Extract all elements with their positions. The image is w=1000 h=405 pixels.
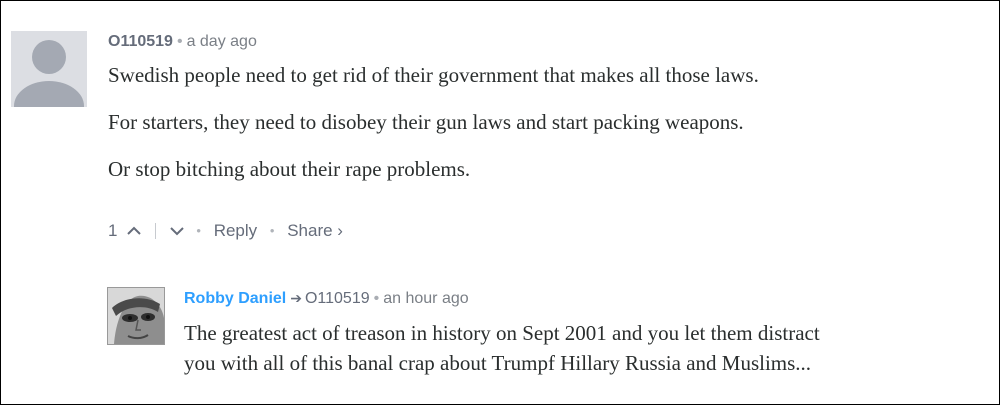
comment-meta: O110519 • a day ago [108,31,978,53]
reply-parent-author[interactable]: O110519 [305,290,370,307]
downvote-chevron-icon[interactable] [169,220,184,242]
comment-timestamp[interactable]: a day ago [187,33,257,50]
reply-button[interactable]: Reply [214,220,257,242]
comment-author[interactable]: O110519 [108,33,173,50]
user-photo-avatar[interactable] [107,287,165,345]
upvote-chevron-icon[interactable] [127,220,141,242]
reply-text: The greatest act of treason in history o… [184,318,984,378]
comment-content: O110519 • a day ago Swedish people need to… [108,31,978,182]
share-button[interactable]: Share › [287,220,343,242]
avatar-body-shape [14,81,84,107]
avatar-head-shape [32,40,66,74]
comment-paragraph: Or stop bitching about their rape proble… [108,157,471,181]
default-avatar-icon[interactable] [11,31,87,107]
reply-timestamp[interactable]: an hour ago [383,290,468,307]
comment-paragraph: Swedish people need to get rid of their … [108,63,759,87]
upvote-count: 1 [108,220,118,240]
meta-separator: • [373,290,380,307]
reply-text-line: The greatest act of treason in history o… [184,321,820,345]
vote-divider [154,222,156,239]
reply-text-line: you with all of this banal crap about Tr… [184,351,812,375]
comment-thread: O110519 • a day ago Swedish people need to… [0,0,1000,405]
comment-footer: 1 • Reply • Share › [108,219,343,241]
footer-separator: • [196,222,201,238]
reply-author[interactable]: Robby Daniel [184,290,286,307]
comment-paragraph: For starters, they need to disobey their… [108,110,744,134]
reply-content: Robby Daniel ➔ O110519 • an hour ago The gre… [184,287,984,378]
reply-meta: Robby Daniel ➔ O110519 • an hour ago [184,287,984,309]
meta-separator: • [176,33,183,50]
reply-arrow-icon: ➔ [290,290,302,306]
footer-separator: • [269,222,275,238]
